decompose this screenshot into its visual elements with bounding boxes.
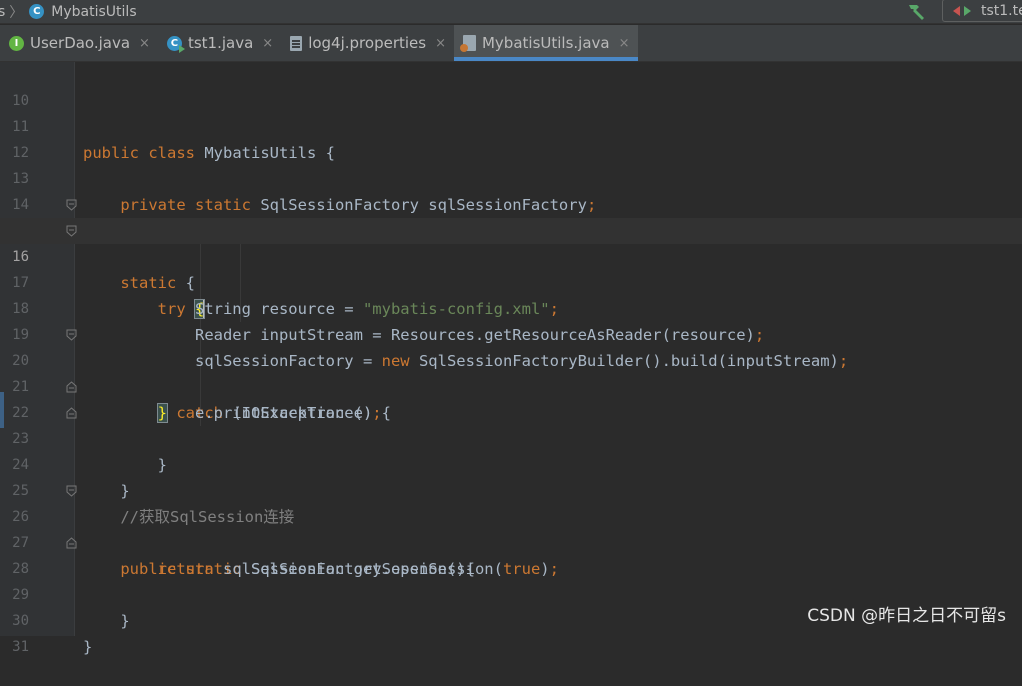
code-line: 23 } [0, 400, 1022, 500]
code-line: 24 [0, 426, 1022, 473]
class-run-icon: C [166, 35, 185, 53]
tab-tst1[interactable]: C tst1.java × [158, 25, 281, 61]
properties-file-icon [290, 35, 303, 51]
fold-end-icon[interactable] [66, 407, 77, 419]
fold-end-icon[interactable] [66, 381, 77, 393]
close-icon[interactable]: × [619, 36, 630, 51]
code-line: 11 public class MybatisUtils { [0, 88, 1022, 162]
code-line: 19 sqlSessionFactory = new SqlSessionFac… [0, 296, 1022, 370]
code-line: 22 } [0, 374, 1022, 474]
fold-icon[interactable] [66, 199, 77, 211]
close-icon[interactable]: × [262, 36, 273, 51]
code-line: 28 } [0, 530, 1022, 630]
line-number: 31 [12, 639, 29, 655]
tab-label: UserDao.java [30, 34, 131, 52]
editor-tab-bar: I UserDao.java × C tst1.java × log4j.pro… [0, 25, 1022, 62]
hammer-icon[interactable] [905, 1, 927, 21]
code-line: 13 private static SqlSessionFactory sqlS… [0, 140, 1022, 214]
fold-end-icon[interactable] [66, 537, 77, 549]
fold-icon[interactable] [66, 225, 77, 237]
code-line: 26 public static SqlSession getSession()… [0, 478, 1022, 578]
run-config-icon [953, 5, 960, 16]
tab-label: MybatisUtils.java [481, 34, 610, 52]
code-line: 25 //获取SqlSession连接 [0, 452, 1022, 526]
code-line: 20 } catch (IOException e) { [0, 322, 1022, 423]
tab-log4j-properties[interactable]: log4j.properties × [281, 25, 454, 61]
navigation-bar: s 〉 C MybatisUtils tst1.te [0, 0, 1022, 24]
run-configuration-selector[interactable]: tst1.te [942, 0, 1022, 22]
code-line: 27 return sqlSessionFactory.openSession(… [0, 504, 1022, 578]
interface-icon: I [9, 35, 24, 51]
breadcrumb-current[interactable]: MybatisUtils [51, 4, 136, 20]
fold-icon[interactable] [66, 329, 77, 341]
run-config-label: tst1.te [981, 2, 1022, 19]
code-line: 12 [0, 114, 1022, 161]
run-arrow-icon [964, 5, 971, 16]
tab-label: tst1.java [187, 34, 254, 52]
code-text: } [83, 638, 93, 656]
close-icon[interactable]: × [139, 36, 150, 51]
code-line: 14 [0, 166, 1022, 213]
code-line: 21 e.printStackTrace(); [0, 348, 1022, 422]
watermark: CSDN @昨日之日不可留s [807, 606, 1006, 626]
code-line: 29 [0, 556, 1022, 603]
code-line-current: 16 try { [0, 218, 1022, 319]
close-icon[interactable]: × [435, 36, 446, 51]
tab-mybatisutils[interactable]: MybatisUtils.java × [453, 25, 638, 61]
class-icon: C [29, 4, 45, 19]
fold-icon[interactable] [66, 485, 77, 497]
code-editor[interactable]: 10 11 public class MybatisUtils { 12 13 … [0, 62, 1022, 656]
code-line: 10 [0, 62, 1022, 109]
tab-userdao[interactable]: I UserDao.java × [0, 25, 158, 61]
code-line: 18 Reader inputStream = Resources.getRes… [0, 270, 1022, 344]
tab-label: log4j.properties [308, 34, 427, 52]
java-file-icon [459, 35, 476, 52]
code-line: 15 static { [0, 192, 1022, 292]
code-line: 17 String resource = "mybatis-config.xml… [0, 244, 1022, 318]
breadcrumb-prev[interactable]: s [0, 4, 5, 20]
breadcrumb-separator: 〉 [9, 4, 24, 21]
